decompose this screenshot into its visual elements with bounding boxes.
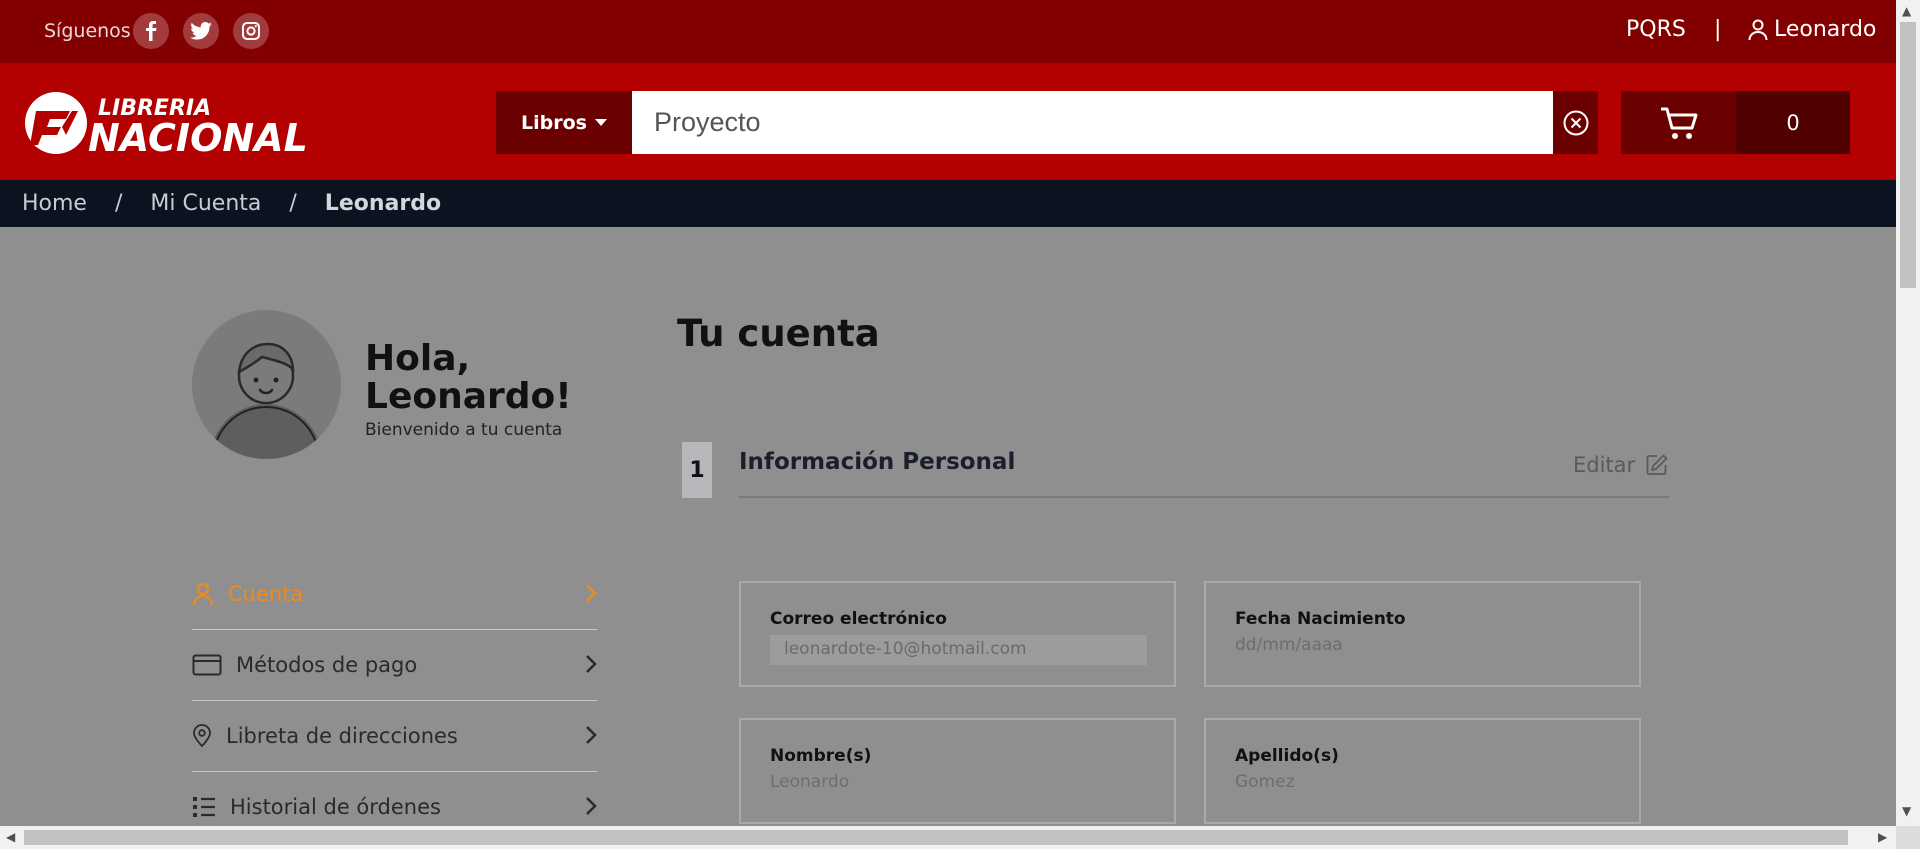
top-bar: Síguenos PQRS | Leonardo <box>0 0 1896 63</box>
category-label: Libros <box>521 111 587 134</box>
close-circle-icon <box>1563 110 1588 135</box>
svg-text:NACIONAL: NACIONAL <box>88 116 308 155</box>
avatar <box>192 310 341 459</box>
menu-item-label: Cuenta <box>228 582 304 606</box>
field-label: Nombre(s) <box>770 746 872 766</box>
menu-item-payment-methods[interactable]: Métodos de pago <box>192 630 597 701</box>
chevron-right-icon <box>586 726 597 744</box>
clear-search-button[interactable] <box>1553 91 1598 154</box>
email-input[interactable]: leonardote-10@hotmail.com <box>770 635 1147 665</box>
section-divider <box>739 496 1669 498</box>
cart-count: 0 <box>1736 91 1850 154</box>
menu-item-address-book[interactable]: Libreta de direcciones <box>192 701 597 772</box>
chevron-right-icon <box>586 797 597 815</box>
page-title: Tu cuenta <box>677 312 880 355</box>
greeting: Hola, Leonardo! <box>365 338 572 417</box>
welcome-message: Bienvenido a tu cuenta <box>365 420 563 440</box>
scroll-up-icon[interactable]: ▲ <box>1902 4 1911 18</box>
chevron-right-icon <box>586 584 597 602</box>
breadcrumb-home[interactable]: Home <box>22 191 87 216</box>
category-dropdown[interactable]: Libros <box>496 91 632 154</box>
user-icon <box>1748 19 1768 40</box>
menu-item-label: Historial de órdenes <box>230 795 441 819</box>
follow-us-label: Síguenos <box>44 20 131 42</box>
breadcrumb-current: Leonardo <box>324 191 442 216</box>
separator: | <box>1714 17 1722 42</box>
horizontal-scroll-thumb[interactable] <box>24 830 1848 845</box>
first-name-input[interactable]: Leonardo <box>770 772 1145 792</box>
list-icon <box>193 797 215 817</box>
twitter-icon[interactable] <box>183 13 219 49</box>
breadcrumb-separator: / <box>114 191 123 216</box>
edit-icon <box>1646 454 1668 475</box>
birthdate-input[interactable]: dd/mm/aaaa <box>1235 635 1610 655</box>
cart-button[interactable]: 0 <box>1621 91 1850 154</box>
scroll-right-icon[interactable]: ▶ <box>1878 830 1887 844</box>
brand-logo[interactable]: LIBRERIA NACIONAL <box>22 91 327 160</box>
location-pin-icon <box>193 724 211 748</box>
first-name-field: Nombre(s) Leonardo <box>739 718 1176 824</box>
last-name-input[interactable]: Gomez <box>1235 772 1610 792</box>
user-account-link[interactable]: Leonardo <box>1748 17 1876 42</box>
scrollbar-corner <box>1896 826 1920 849</box>
cart-icon <box>1660 107 1697 139</box>
search-input[interactable] <box>632 91 1553 154</box>
last-name-field: Apellido(s) Gomez <box>1204 718 1641 824</box>
main-header: LIBRERIA NACIONAL Libros 0 <box>0 63 1896 180</box>
field-label: Apellido(s) <box>1235 746 1339 766</box>
step-number: 1 <box>682 442 712 498</box>
breadcrumb: Home / Mi Cuenta / Leonardo <box>0 180 1896 227</box>
edit-button[interactable]: Editar <box>1573 453 1669 477</box>
menu-item-account[interactable]: Cuenta <box>192 559 597 630</box>
menu-item-label: Métodos de pago <box>236 653 418 677</box>
chevron-right-icon <box>586 655 597 673</box>
pqrs-link[interactable]: PQRS <box>1626 17 1686 42</box>
menu-item-label: Libreta de direcciones <box>226 724 458 748</box>
user-name: Leonardo <box>1774 17 1877 42</box>
birthdate-field: Fecha Nacimiento dd/mm/aaaa <box>1204 581 1641 687</box>
section-title: Información Personal <box>739 449 1016 475</box>
scroll-left-icon[interactable]: ◀ <box>6 830 15 844</box>
horizontal-scrollbar[interactable]: ◀ ▶ <box>0 826 1896 849</box>
breadcrumb-my-account[interactable]: Mi Cuenta <box>150 191 261 216</box>
caret-down-icon <box>594 118 607 126</box>
vertical-scroll-thumb[interactable] <box>1900 22 1916 288</box>
field-label: Correo electrónico <box>770 609 947 629</box>
edit-label: Editar <box>1573 453 1636 477</box>
field-label: Fecha Nacimiento <box>1235 609 1406 629</box>
vertical-scrollbar[interactable]: ▲ ▼ <box>1896 0 1920 826</box>
scroll-down-icon[interactable]: ▼ <box>1902 804 1911 818</box>
facebook-icon[interactable] <box>133 13 169 49</box>
email-field: Correo electrónico leonardote-10@hotmail… <box>739 581 1176 687</box>
user-icon <box>192 582 214 606</box>
breadcrumb-separator: / <box>289 191 297 216</box>
instagram-icon[interactable] <box>233 13 269 49</box>
card-icon <box>192 654 222 676</box>
